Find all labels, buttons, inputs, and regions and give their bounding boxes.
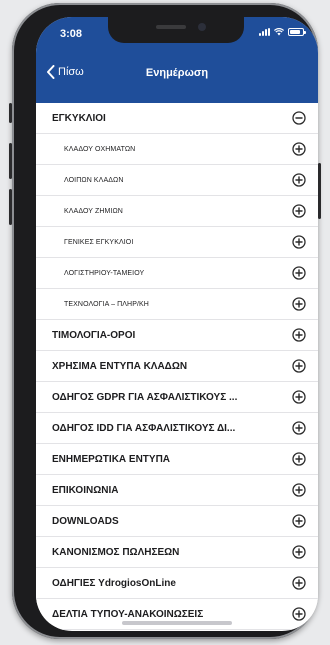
mute-switch: [9, 103, 12, 123]
menu-item-label: ΕΓΚΥΚΛΙΟΙ: [52, 112, 106, 124]
menu-item-label: ΤΙΜΟΛΟΓΙΑ-ΟΡΟΙ: [52, 329, 136, 341]
submenu-item[interactable]: ΚΛΑΔΟΥ ΖΗΜΙΩΝ: [36, 196, 318, 227]
menu-list: ΕΓΚΥΚΛΙΟΙ ΚΛΑΔΟΥ ΟΧΗΜΑΤΩΝ ΛΟΙΠΩΝ ΚΛΑΔΩΝ ΚΛΑ…: [36, 103, 318, 630]
menu-item-label: ΛΟΓΙΣΤΗΡΙΟΥ-ΤΑΜΕΙΟΥ: [64, 269, 145, 277]
plus-circle-icon[interactable]: [292, 483, 306, 497]
menu-item[interactable]: DOWNLOADS: [36, 506, 318, 537]
speaker-grille: [156, 25, 186, 29]
menu-item-label: ΧΡΗΣΙΜΑ ΕΝΤΥΠΑ ΚΛΑΔΩΝ: [52, 360, 188, 372]
minus-circle-icon[interactable]: [292, 111, 306, 125]
volume-down-button: [9, 189, 12, 225]
home-indicator: [122, 621, 232, 625]
submenu-item[interactable]: ΛΟΓΙΣΤΗΡΙΟΥ-ΤΑΜΕΙΟΥ: [36, 258, 318, 289]
menu-item-label: ΕΠΙΚΟΙΝΩΝΙΑ: [52, 484, 119, 496]
menu-item-label: ΓΕΝΙΚΕΣ ΕΓΚΥΚΛΙΟΙ: [64, 238, 134, 246]
plus-circle-icon[interactable]: [292, 297, 306, 311]
notch: [108, 17, 244, 43]
submenu-item[interactable]: ΓΕΝΙΚΕΣ ΕΓΚΥΚΛΙΟΙ: [36, 227, 318, 258]
plus-circle-icon[interactable]: [292, 328, 306, 342]
menu-item[interactable]: ΕΝΗΜΕΡΩΤΙΚΑ ΕΝΤΥΠΑ: [36, 444, 318, 475]
menu-item-label: ΟΔΗΓΙΕΣ YdrogiosOnLine: [52, 577, 176, 589]
page-title: Ενημέρωση: [145, 67, 209, 79]
wifi-icon: [274, 28, 284, 36]
battery-level: [290, 30, 300, 34]
plus-circle-icon[interactable]: [292, 607, 306, 621]
screen: 3:08 Πίσω Ενημέρωση ΕΓΚΥΚΛΙΟΙ ΚΛΑΔΟΥ ΟΧΗ…: [36, 17, 318, 631]
volume-up-button: [9, 143, 12, 179]
menu-item[interactable]: ΚΑΝΟΝΙΣΜΟΣ ΠΩΛΗΣΕΩΝ: [36, 537, 318, 568]
plus-circle-icon[interactable]: [292, 142, 306, 156]
status-time: 3:08: [60, 28, 83, 40]
menu-item[interactable]: ΧΡΗΣΙΜΑ ΕΝΤΥΠΑ ΚΛΑΔΩΝ: [36, 351, 318, 382]
menu-item-label: ΚΑΝΟΝΙΣΜΟΣ ΠΩΛΗΣΕΩΝ: [52, 546, 180, 558]
navigation-bar: Πίσω Ενημέρωση: [36, 59, 318, 89]
menu-item[interactable]: ΕΠΙΚΟΙΝΩΝΙΑ: [36, 475, 318, 506]
menu-item[interactable]: ΤΙΜΟΛΟΓΙΑ-ΟΡΟΙ: [36, 320, 318, 351]
submenu-item[interactable]: ΤΕΧΝΟΛΟΓΙΑ – ΠΛΗΡ/ΚΗ: [36, 289, 318, 320]
plus-circle-icon[interactable]: [292, 173, 306, 187]
status-icons: [259, 28, 306, 36]
app-header: 3:08 Πίσω Ενημέρωση: [36, 17, 318, 103]
menu-item[interactable]: ΟΔΗΓΟΣ GDPR ΓΙΑ ΑΣΦΑΛΙΣΤΙΚΟΥΣ ...: [36, 382, 318, 413]
front-camera: [198, 23, 206, 31]
submenu-item[interactable]: ΚΛΑΔΟΥ ΟΧΗΜΑΤΩΝ: [36, 134, 318, 165]
menu-item-label: ΛΟΙΠΩΝ ΚΛΑΔΩΝ: [64, 176, 124, 184]
battery-icon: [288, 28, 306, 36]
plus-circle-icon[interactable]: [292, 204, 306, 218]
menu-item-label: ΟΔΗΓΟΣ IDD ΓΙΑ ΑΣΦΑΛΙΣΤΙΚΟΥΣ ΔΙ...: [52, 422, 236, 434]
plus-circle-icon[interactable]: [292, 390, 306, 404]
plus-circle-icon[interactable]: [292, 452, 306, 466]
menu-item[interactable]: ΕΓΚΥΚΛΙΟΙ: [36, 103, 318, 134]
menu-item[interactable]: ΔΕΛΤΙΑ ΤΥΠΟΥ-ΑΝΑΚΟΙΝΩΣΕΙΣ: [36, 599, 318, 630]
menu-item[interactable]: ΟΔΗΓΟΣ IDD ΓΙΑ ΑΣΦΑΛΙΣΤΙΚΟΥΣ ΔΙ...: [36, 413, 318, 444]
plus-circle-icon[interactable]: [292, 421, 306, 435]
phone-frame: 3:08 Πίσω Ενημέρωση ΕΓΚΥΚΛΙΟΙ ΚΛΑΔΟΥ ΟΧΗ…: [9, 3, 321, 639]
menu-item-label: ΚΛΑΔΟΥ ΖΗΜΙΩΝ: [64, 207, 123, 215]
plus-circle-icon[interactable]: [292, 235, 306, 249]
menu-item-label: ΚΛΑΔΟΥ ΟΧΗΜΑΤΩΝ: [64, 145, 136, 153]
submenu-item[interactable]: ΛΟΙΠΩΝ ΚΛΑΔΩΝ: [36, 165, 318, 196]
menu-item-label: DOWNLOADS: [52, 515, 119, 527]
menu-item-label: ΕΝΗΜΕΡΩΤΙΚΑ ΕΝΤΥΠΑ: [52, 453, 171, 465]
plus-circle-icon[interactable]: [292, 514, 306, 528]
plus-circle-icon[interactable]: [292, 359, 306, 373]
menu-item-label: ΔΕΛΤΙΑ ΤΥΠΟΥ-ΑΝΑΚΟΙΝΩΣΕΙΣ: [52, 608, 204, 620]
cellular-signal-icon: [259, 28, 270, 36]
menu-item[interactable]: ΟΔΗΓΙΕΣ YdrogiosOnLine: [36, 568, 318, 599]
plus-circle-icon[interactable]: [292, 576, 306, 590]
plus-circle-icon[interactable]: [292, 545, 306, 559]
plus-circle-icon[interactable]: [292, 266, 306, 280]
menu-item-label: ΤΕΧΝΟΛΟΓΙΑ – ΠΛΗΡ/ΚΗ: [64, 300, 149, 308]
menu-item-label: ΟΔΗΓΟΣ GDPR ΓΙΑ ΑΣΦΑΛΙΣΤΙΚΟΥΣ ...: [52, 391, 238, 403]
power-button: [318, 163, 321, 219]
